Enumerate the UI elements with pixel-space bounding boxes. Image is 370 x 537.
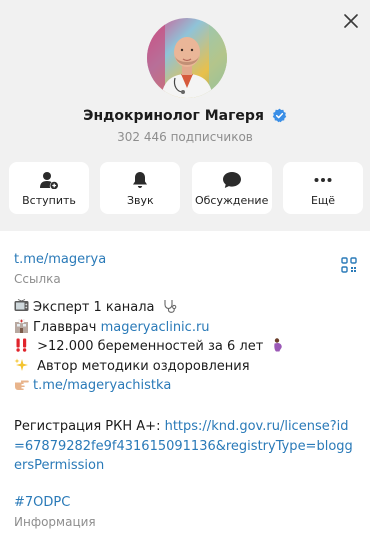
cleanse-link[interactable]: t.me/mageryachistka xyxy=(33,378,171,393)
sound-button[interactable]: Звук xyxy=(100,162,181,214)
description-line: Главврач mageryaclinic.ru xyxy=(14,318,359,338)
registration-block: Регистрация РКН А+: https://knd.gov.ru/l… xyxy=(14,417,359,476)
description-line: t.me/mageryachistka xyxy=(14,376,359,396)
close-icon xyxy=(344,14,358,28)
description-line: Эксперт 1 канала xyxy=(14,298,359,318)
more-button[interactable]: Ещё xyxy=(282,162,363,214)
description-text: Главврач xyxy=(33,319,101,335)
channel-info-panel: Эндокринолог Магеря 302 446 подписчиков … xyxy=(0,0,370,537)
more-dots-icon xyxy=(313,171,333,189)
bell-icon xyxy=(132,171,148,189)
avatar-image xyxy=(147,18,227,98)
discussion-label: Обсуждение xyxy=(194,194,269,207)
sparkles-icon xyxy=(14,358,29,372)
join-label: Вступить xyxy=(22,194,76,207)
invite-link-row: t.me/magerya Ссылка xyxy=(14,248,106,286)
clinic-link[interactable]: mageryaclinic.ru xyxy=(101,320,210,335)
description-text: Автор методики оздоровления xyxy=(33,358,250,374)
info-card: t.me/magerya Ссылка Эксперт 1 канала Гла… xyxy=(0,231,370,537)
tv-icon xyxy=(14,299,29,313)
subscriber-count: 302 446 подписчиков xyxy=(117,130,253,144)
close-button[interactable] xyxy=(340,10,362,32)
registration-text: Регистрация РКН А+: xyxy=(14,419,165,434)
pointing-hand-icon xyxy=(14,377,29,391)
join-button[interactable]: Вступить xyxy=(9,162,89,214)
info-row: #7ODPC Информация xyxy=(14,491,96,529)
hashtag-link[interactable]: #7ODPC xyxy=(14,495,70,510)
stethoscope-icon xyxy=(162,299,177,313)
chat-bubble-icon xyxy=(222,171,242,189)
verified-badge-icon xyxy=(272,108,287,129)
channel-title-row: Эндокринолог Магеря xyxy=(0,106,370,129)
info-caption: Информация xyxy=(14,515,96,529)
double-exclamation-icon xyxy=(14,338,29,352)
channel-description: Эксперт 1 канала Главврач mageryaclinic.… xyxy=(14,298,359,396)
avatar[interactable] xyxy=(147,18,227,98)
join-user-icon xyxy=(39,171,59,189)
description-text: Эксперт 1 канала xyxy=(33,300,155,315)
qr-code-button[interactable] xyxy=(341,257,357,273)
hospital-icon xyxy=(14,318,29,333)
description-line: >12.000 беременностей за 6 лет xyxy=(14,337,359,357)
qr-code-icon xyxy=(341,257,357,273)
channel-title: Эндокринолог Магеря xyxy=(83,108,264,124)
invite-link[interactable]: t.me/magerya xyxy=(14,252,106,267)
sound-label: Звук xyxy=(126,194,154,207)
invite-link-caption: Ссылка xyxy=(14,272,61,286)
description-line: Автор методики оздоровления xyxy=(14,357,359,377)
pregnant-woman-icon xyxy=(270,338,285,352)
discussion-button[interactable]: Обсуждение xyxy=(191,162,272,214)
description-text: >12.000 беременностей за 6 лет xyxy=(33,339,264,354)
more-label: Ещё xyxy=(310,194,336,207)
action-bar: Вступить Звук Обсуждение Ещё xyxy=(9,162,363,214)
